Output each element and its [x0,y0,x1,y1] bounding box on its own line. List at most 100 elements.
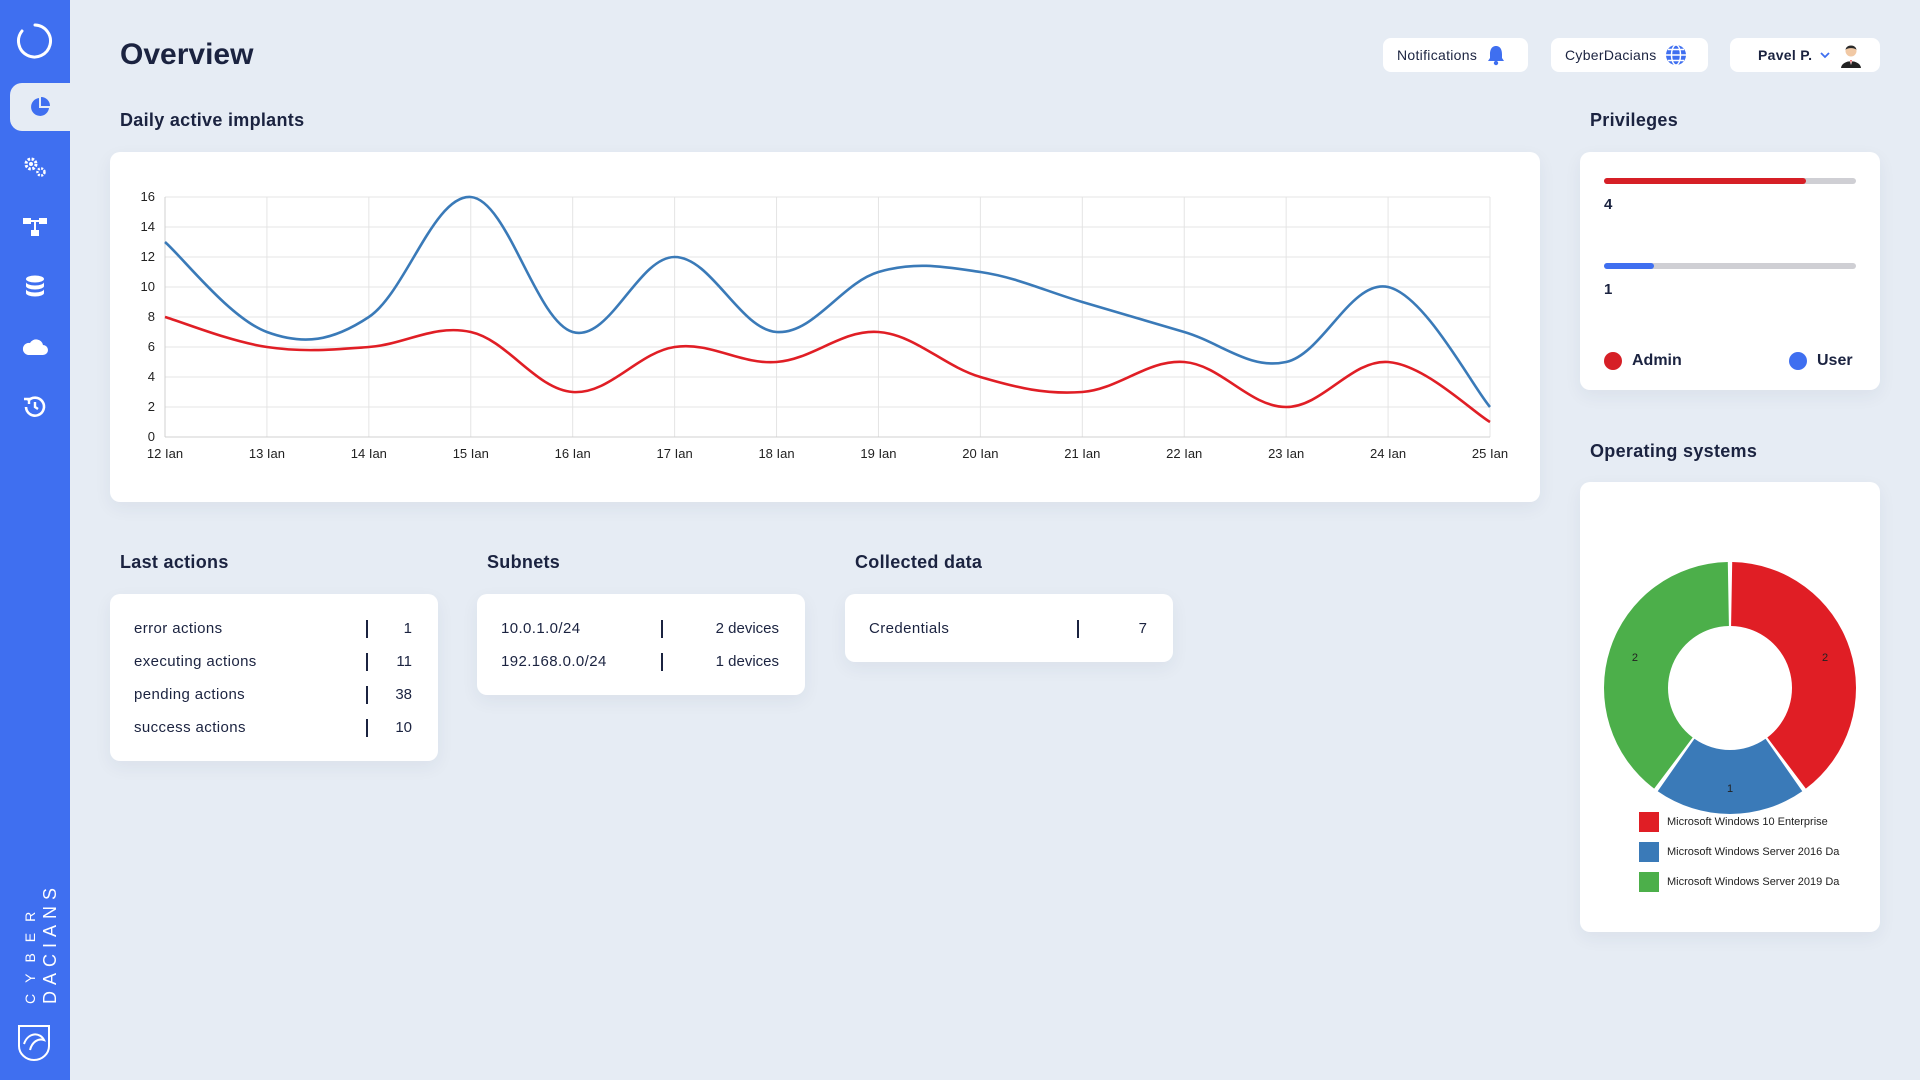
cloud-icon [22,339,48,355]
legend-label: Microsoft Windows Server 2016 Da [1667,846,1840,858]
chevron-down-icon [1820,52,1830,59]
brand-mark: CYBER DACIANS [12,862,60,1062]
list-item: error actions 1 [134,620,412,640]
subnets-card: 10.0.1.0/24 2 devices 192.168.0.0/24 1 d… [477,594,805,695]
user-count: 1 [1604,281,1613,298]
app-logo[interactable] [0,0,70,82]
legend-swatch [1639,812,1659,832]
y-tick-label: 16 [141,189,155,204]
legend-swatch [1639,872,1659,892]
list-item: Credentials 7 [869,620,1147,640]
y-tick-label: 2 [148,399,155,414]
brand-line-1: CYBER [22,900,38,1004]
row-value: 1 [403,620,412,637]
row-value: 11 [396,653,412,670]
page-title: Overview [120,38,254,71]
divider [661,620,663,638]
legend-label: Microsoft Windows Server 2019 Da [1667,876,1840,888]
divider [366,653,368,671]
sidebar-item-database[interactable] [0,263,70,311]
admin-dot [1604,352,1622,370]
gears-icon [24,157,46,177]
sidebar-item-cloud[interactable] [0,323,70,371]
history-icon [24,396,46,417]
x-tick-label: 15 Ian [453,446,489,461]
admin-privilege-fill [1604,178,1806,184]
shield-logo-icon [18,1025,50,1061]
pie-chart-icon [31,97,50,116]
bell-icon [1488,46,1505,66]
workspace-button[interactable]: CyberDacians [1551,38,1708,72]
brand-wordmark: CYBER DACIANS [22,844,62,1004]
row-label: Credentials [869,620,950,637]
workspace-label: CyberDacians [1565,47,1657,63]
row-value: 10 [395,719,412,736]
notifications-button[interactable]: Notifications [1383,38,1528,72]
x-tick-label: 14 Ian [351,446,387,461]
row-label: executing actions [134,653,257,670]
legend-entry: Microsoft Windows Server 2019 Da [1639,872,1853,892]
x-tick-label: 17 Ian [657,446,693,461]
network-tree-icon [23,218,47,236]
sidebar-item-settings[interactable] [0,143,70,191]
x-tick-label: 21 Ian [1064,446,1100,461]
row-value: 1 devices [715,653,779,670]
x-tick-label: 24 Ian [1370,446,1406,461]
divider [366,686,368,704]
legend-swatch [1639,842,1659,862]
row-label: success actions [134,719,246,736]
daily-implants-card: 0 2 4 6 8 10 12 14 16 12 Ian 13 Ian 14 Ian 15 Ian 16 … [110,152,1540,502]
list-item: 192.168.0.0/24 1 devices [501,653,779,673]
x-tick-label: 20 Ian [962,446,998,461]
x-tick-label: 13 Ian [249,446,285,461]
collected-data-title: Collected data [855,552,983,572]
list-item: pending actions 38 [134,686,412,706]
user-menu-button[interactable]: Pavel P. [1730,38,1880,72]
row-value: 7 [1138,620,1147,637]
row-label: 192.168.0.0/24 [501,653,607,670]
globe-icon [1665,44,1686,66]
admin-count: 4 [1604,196,1613,213]
sidebar-item-network[interactable] [0,203,70,251]
user-dot [1789,352,1807,370]
row-label: error actions [134,620,223,637]
legend-label: Microsoft Windows 10 Enterprise [1667,816,1828,828]
y-tick-label: 0 [148,429,155,444]
series-line-2 [164,315,1491,424]
legend-entry: Microsoft Windows Server 2016 Da [1639,842,1853,862]
row-label: 10.0.1.0/24 [501,620,581,637]
legend-entry: Microsoft Windows 10 Enterprise [1639,812,1853,832]
series-line-1 [164,195,1491,408]
user-privilege-bar [1604,263,1856,269]
y-tick-label: 14 [141,219,155,234]
list-item: executing actions 11 [134,653,412,673]
admin-privilege-bar [1604,178,1856,184]
database-icon [26,275,44,297]
pie-slice-label: 2 [1632,652,1638,664]
subnets-title: Subnets [487,552,561,572]
app-logo-icon [17,23,52,59]
user-privilege-fill [1604,263,1655,269]
os-donut-chart: 2 1 2 [1604,562,1856,814]
privileges-title: Privileges [1590,110,1679,130]
user-name: Pavel P. [1758,47,1813,63]
x-tick-label: 18 Ian [758,446,794,461]
row-label: pending actions [134,686,246,703]
daily-implants-title: Daily active implants [120,110,305,130]
divider [1077,620,1079,638]
os-title: Operating systems [1590,441,1758,461]
y-tick-label: 6 [148,339,155,354]
brand-line-2: DACIANS [40,881,60,1004]
sidebar-item-dashboard[interactable] [10,83,70,131]
x-tick-label: 22 Ian [1166,446,1202,461]
list-item: success actions 10 [134,719,412,739]
x-tick-label: 25 Ian [1472,446,1508,461]
legend-admin-label: Admin [1632,352,1682,369]
y-tick-label: 4 [148,369,155,384]
legend-user: User [1789,352,1853,370]
legend-admin: Admin [1604,352,1682,370]
legend-user-label: User [1817,352,1853,369]
y-tick-label: 8 [148,309,155,324]
sidebar-item-history[interactable] [0,383,70,431]
x-tick-label: 12 Ian [147,446,183,461]
